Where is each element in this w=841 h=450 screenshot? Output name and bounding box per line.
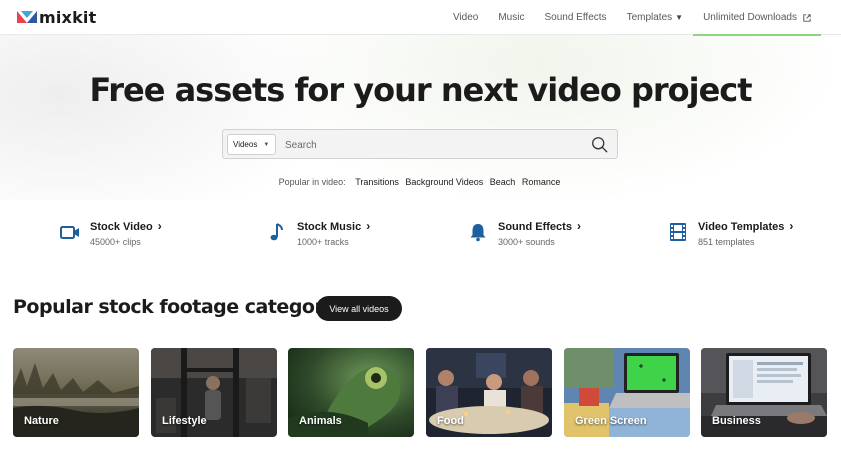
nav-video[interactable]: Video [443, 0, 488, 35]
music-note-icon [270, 223, 283, 241]
card-label: Business [712, 415, 761, 427]
asset-subtitle: 1000+ tracks [297, 237, 349, 247]
site-header: mixkit Video Music Sound Effects Templat… [0, 0, 841, 36]
asset-title: Sound Effects › [498, 219, 581, 233]
popular-label: Popular in video: [278, 177, 346, 187]
nav-music-label: Music [498, 12, 525, 23]
popular-searches: Popular in video: Transitions Background… [0, 177, 841, 187]
logo-wordmark: mixkit [39, 7, 97, 27]
asset-subtitle: 851 templates [698, 237, 755, 247]
search-input[interactable] [285, 135, 575, 155]
hero-section: Free assets for your next video project … [0, 35, 841, 200]
nav-sound-effects[interactable]: Sound Effects [534, 0, 616, 35]
external-link-icon [803, 13, 811, 22]
asset-subtitle: 45000+ clips [90, 237, 141, 247]
nav-templates-label: Templates [626, 12, 673, 23]
categories-title: Popular stock footage categories [13, 296, 353, 318]
bell-icon [470, 224, 486, 242]
card-label: Animals [299, 415, 342, 427]
card-label: Lifestyle [162, 415, 207, 427]
nav-unlimited-downloads-label: Unlimited Downloads [703, 12, 797, 23]
nav-video-label: Video [452, 12, 479, 23]
popular-link-romance[interactable]: Romance [522, 177, 561, 187]
category-card-food[interactable]: Food [426, 348, 552, 437]
caret-down-icon: ▼ [263, 141, 270, 148]
category-card-business[interactable]: Business [701, 348, 827, 437]
chevron-right-icon: › [789, 219, 794, 233]
category-card-animals[interactable]: Animals [288, 348, 414, 437]
category-card-nature[interactable]: Nature [13, 348, 139, 437]
asset-title: Stock Music › [297, 219, 370, 233]
category-card-green-screen[interactable]: Green Screen [564, 348, 690, 437]
caret-down-icon: ▼ [675, 13, 684, 22]
card-label: Green Screen [575, 415, 647, 427]
logo-mark-icon [17, 11, 37, 23]
popular-link-background-videos[interactable]: Background Videos [405, 177, 483, 187]
card-label: Food [437, 415, 464, 427]
popular-link-transitions[interactable]: Transitions [355, 177, 399, 187]
asset-title-text: Video Templates [698, 221, 785, 233]
popular-link-beach[interactable]: Beach [490, 177, 516, 187]
asset-title: Video Templates › [698, 219, 793, 233]
chevron-right-icon: › [576, 219, 581, 233]
card-label: Nature [24, 415, 59, 427]
mixkit-logo[interactable]: mixkit [17, 7, 97, 27]
view-all-videos-button[interactable]: View all videos [316, 296, 402, 321]
search-icon[interactable] [591, 136, 608, 153]
nav-music[interactable]: Music [488, 0, 534, 35]
search-type-select[interactable]: Videos ▼ [227, 134, 276, 155]
category-card-lifestyle[interactable]: Lifestyle [151, 348, 277, 437]
nav-unlimited-downloads[interactable]: Unlimited Downloads [693, 0, 821, 36]
asset-title-text: Sound Effects [498, 221, 572, 233]
nav-sound-effects-label: Sound Effects [544, 12, 607, 23]
asset-title-text: Stock Music [297, 221, 362, 233]
search-type-value: Videos [233, 140, 258, 149]
chevron-right-icon: › [157, 219, 162, 233]
asset-subtitle: 3000+ sounds [498, 237, 555, 247]
asset-title-text: Stock Video [90, 221, 153, 233]
main-nav: Video Music Sound Effects Templates ▼ Un… [443, 0, 821, 36]
hero-title: Free assets for your next video project [89, 71, 752, 109]
asset-title: Stock Video › [90, 219, 162, 233]
film-strip-icon [670, 223, 686, 241]
search-bar: Videos ▼ [222, 129, 618, 159]
chevron-right-icon: › [366, 219, 371, 233]
nav-templates[interactable]: Templates ▼ [617, 0, 694, 35]
video-camera-icon [60, 226, 79, 239]
